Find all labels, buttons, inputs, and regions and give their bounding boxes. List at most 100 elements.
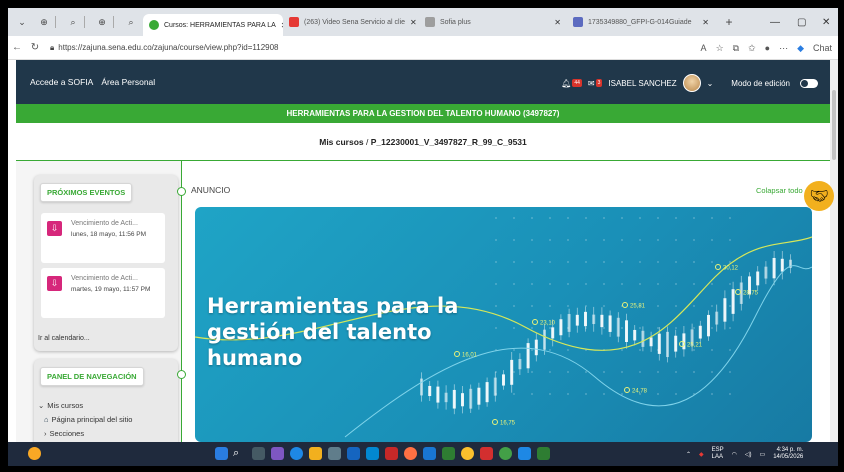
pattern-dot [657, 305, 659, 307]
user-name[interactable]: ISABEL SANCHEZ [608, 79, 676, 88]
chrome-icon[interactable] [461, 447, 474, 460]
app-icon[interactable] [442, 447, 455, 460]
calendar-link[interactable]: Ir al calendario... [38, 335, 90, 342]
section-anuncio[interactable]: ANUNCIO [191, 185, 230, 195]
tab-zajuna-course[interactable]: Cursos: HERRAMIENTAS PARA LA ✕ [143, 14, 283, 36]
timeline-dot [177, 370, 186, 379]
event-title[interactable]: Vencimiento de Acti... [71, 275, 138, 282]
messages-icon[interactable]: ✉ 3 [588, 79, 603, 88]
pattern-dot [603, 393, 605, 395]
word-icon[interactable] [347, 447, 360, 460]
restore-icon[interactable]: ▢ [797, 8, 806, 36]
widgets-icon[interactable] [271, 447, 284, 460]
volume-icon[interactable]: ◁) [745, 451, 752, 458]
back-icon[interactable]: ← [8, 42, 26, 53]
pattern-dot [657, 283, 659, 285]
favorites-icon[interactable]: ✩ [748, 43, 756, 54]
store-icon[interactable] [328, 447, 341, 460]
whatsapp-icon[interactable] [499, 447, 512, 460]
firefox-icon[interactable] [404, 447, 417, 460]
pattern-dot [567, 349, 569, 351]
tray-app-icon[interactable]: ◆ [699, 451, 704, 458]
pattern-dot [513, 283, 515, 285]
candle-body [608, 315, 612, 332]
clock[interactable]: 4:34 p. m. 14/05/2026 [773, 447, 803, 461]
new-tab-icon[interactable]: + [721, 14, 737, 30]
app-icon[interactable] [480, 447, 493, 460]
system-tray: ⌃ ◆ ESP LAA ◠ ◁) ▭ 4:34 p. m. 14/05/2026 [686, 442, 803, 466]
event-title[interactable]: Vencimiento de Acti... [71, 220, 138, 227]
candle-body [420, 378, 423, 396]
pattern-dot [495, 305, 497, 307]
pattern-dot [549, 283, 551, 285]
page-scrollbar[interactable] [830, 60, 838, 442]
chevron-up-icon[interactable]: ⌃ [686, 451, 691, 458]
app-icon[interactable] [518, 447, 531, 460]
minimize-icon[interactable]: — [770, 8, 780, 36]
value-label: 16,01 [462, 353, 478, 359]
app-icon[interactable] [423, 447, 436, 460]
battery-icon[interactable]: ▭ [760, 451, 766, 458]
tab-youtube[interactable]: (263) Video Sena Servicio al clie ✕ [283, 11, 419, 33]
tab-sofia-plus[interactable]: Sofia plus ✕ [419, 11, 567, 33]
chevron-down-icon[interactable]: ⌄ [707, 79, 714, 88]
breadcrumb-course[interactable]: P_12230001_V_3497827_R_99_C_9531 [371, 137, 527, 147]
pattern-dot [513, 393, 515, 395]
pattern-dot [711, 217, 713, 219]
workspaces-icon[interactable]: ⊕ [36, 14, 52, 30]
nav-sofia-link[interactable]: Accede a SOFIA [30, 77, 93, 87]
tab-label: Cursos: HERRAMIENTAS PARA LA [164, 21, 276, 29]
collapse-all-link[interactable]: Colapsar todo [756, 186, 803, 195]
pattern-dot [585, 371, 587, 373]
search-icon[interactable]: ⌕ [233, 447, 246, 460]
candle-body [436, 386, 440, 403]
pattern-dot [567, 305, 569, 307]
upcoming-events-title: PRÓXIMOS EVENTOS [40, 183, 133, 202]
notifications-icon[interactable]: 🔔︎ 44 [561, 79, 582, 88]
lock-icon: 🔒︎ [50, 42, 55, 52]
event-item[interactable]: ⇩ Vencimiento de Acti... lunes, 18 mayo,… [41, 213, 165, 263]
avatar[interactable] [682, 74, 701, 92]
extensions-icon[interactable]: ⧉ [733, 43, 739, 54]
wifi-icon[interactable]: ◠ [732, 451, 737, 458]
edge-icon[interactable] [290, 447, 303, 460]
candle-body [526, 343, 530, 369]
app-icon[interactable] [385, 447, 398, 460]
event-item[interactable]: ⇩ Vencimiento de Acti... martes, 19 mayo… [41, 268, 165, 318]
file-explorer-icon[interactable] [309, 447, 322, 460]
close-tab-icon[interactable]: ✕ [554, 18, 561, 27]
search-tabs-icon[interactable]: ⌕ [65, 14, 81, 30]
nav-area-personal-link[interactable]: Área Personal [101, 77, 155, 87]
nav-home[interactable]: ⌂ Página principal del sitio [44, 415, 132, 424]
favorite-star-icon[interactable]: ☆ [716, 43, 724, 54]
tab-guide-doc[interactable]: 1735349880_GFPI-G-014Guiade ✕ [567, 11, 715, 33]
language-indicator[interactable]: ESP LAA [712, 447, 724, 461]
tab-label: Sofia plus [440, 18, 471, 26]
profile-icon[interactable]: ● [765, 43, 770, 53]
chat-label[interactable]: Chat [813, 43, 832, 53]
more-icon[interactable]: ⋯ [779, 43, 788, 54]
globe-icon[interactable]: ⊕ [94, 14, 110, 30]
breadcrumb-mis-cursos[interactable]: Mis cursos [319, 137, 363, 147]
pattern-dot [729, 327, 731, 329]
weather-icon[interactable] [28, 447, 41, 460]
read-aloud-icon[interactable]: A [701, 43, 707, 53]
task-view-icon[interactable] [252, 447, 265, 460]
start-icon[interactable] [215, 447, 228, 460]
close-tab-icon[interactable]: ✕ [702, 18, 709, 27]
edit-mode-toggle[interactable] [800, 78, 818, 88]
nav-sections[interactable]: › Secciones [44, 429, 84, 438]
tab-menu-icon[interactable]: ⌄ [14, 14, 30, 30]
candle-body [625, 320, 628, 343]
nav-mis-cursos[interactable]: ⌄ Mis cursos [38, 401, 83, 410]
search-icon[interactable]: ⌕ [123, 14, 139, 30]
excel-icon[interactable] [537, 447, 550, 460]
url-field[interactable]: 🔒︎ https://zajuna.sena.edu.co/zajuna/cou… [50, 43, 279, 53]
app-icon[interactable] [366, 447, 379, 460]
reload-icon[interactable]: ↻ [26, 42, 44, 53]
copilot-icon[interactable]: ◆ [797, 43, 804, 54]
close-tab-icon[interactable]: ✕ [410, 18, 417, 27]
pattern-dot [621, 283, 623, 285]
close-window-icon[interactable]: ✕ [822, 8, 830, 36]
pattern-dot [585, 239, 587, 241]
